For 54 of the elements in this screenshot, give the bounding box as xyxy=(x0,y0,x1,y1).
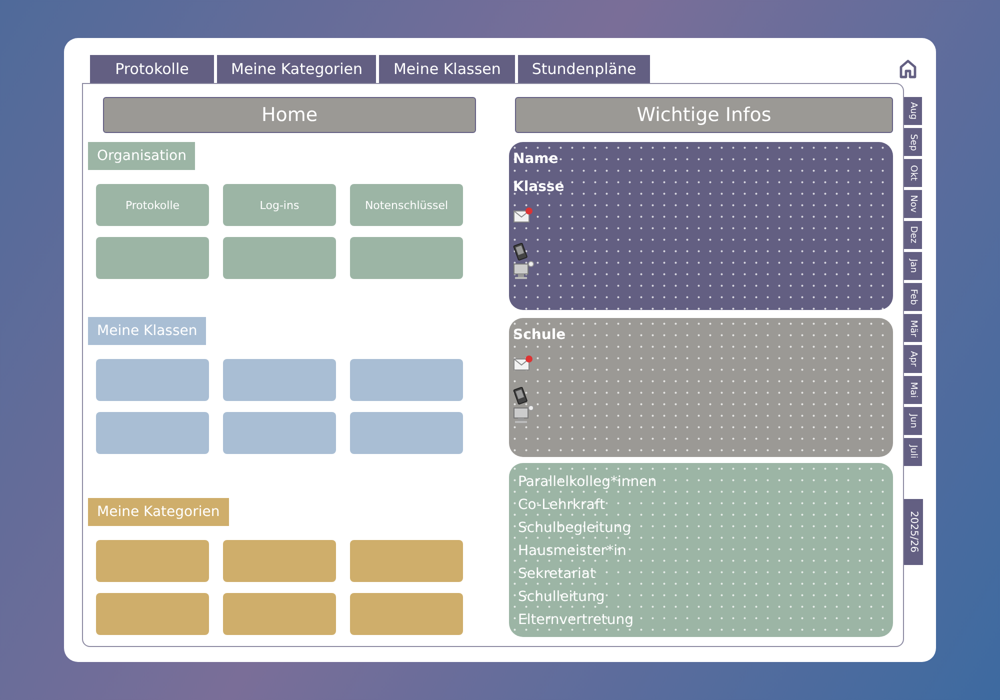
year-tab[interactable]: 2025/26 xyxy=(904,499,923,565)
month-tab[interactable]: Nov xyxy=(904,190,922,218)
contact-role: Schulbegleitung xyxy=(518,519,632,538)
computer-icon xyxy=(513,261,535,279)
field-label: Schule xyxy=(513,327,566,343)
blank-tile[interactable] xyxy=(350,237,463,279)
month-tab[interactable]: Sep xyxy=(904,128,922,156)
section-label: Meine Kategorien xyxy=(88,498,229,526)
blank-tile[interactable] xyxy=(223,237,336,279)
computer-icon xyxy=(513,405,535,423)
month-tab[interactable]: Juli xyxy=(904,438,922,466)
blank-tile[interactable] xyxy=(350,593,463,635)
home-header: Home xyxy=(103,97,476,133)
contact-role: Hausmeister*in xyxy=(518,542,626,561)
blank-tile[interactable] xyxy=(96,237,209,279)
blank-tile[interactable] xyxy=(223,412,336,454)
nav-tab[interactable]: Meine Klassen xyxy=(379,55,515,83)
month-tab[interactable]: Apr xyxy=(904,345,922,373)
envelope-icon xyxy=(513,355,533,371)
month-tab[interactable]: Aug xyxy=(904,97,922,125)
blank-tile[interactable] xyxy=(96,540,209,582)
contact-role: Co-Lehrkraft xyxy=(518,496,606,515)
month-tab[interactable]: Okt xyxy=(904,159,922,187)
blank-tile[interactable] xyxy=(350,359,463,401)
month-tab[interactable]: Mai xyxy=(904,376,922,404)
nav-tab[interactable]: Stundenpläne xyxy=(518,55,650,83)
blank-tile[interactable] xyxy=(96,359,209,401)
nav-tab[interactable]: Meine Kategorien xyxy=(217,55,376,83)
phone-icon xyxy=(513,243,529,261)
blank-tile[interactable] xyxy=(223,359,336,401)
nav-tab[interactable]: Protokolle xyxy=(90,55,214,83)
month-tab[interactable]: Dez xyxy=(904,221,922,249)
blank-tile[interactable] xyxy=(350,540,463,582)
blank-tile[interactable] xyxy=(223,540,336,582)
infos-header: Wichtige Infos xyxy=(515,97,893,133)
field-label: Name xyxy=(513,151,558,167)
home-icon[interactable] xyxy=(898,59,918,79)
blank-tile[interactable] xyxy=(96,593,209,635)
section-label: Meine Klassen xyxy=(88,317,206,345)
contact-role: Sekretariat xyxy=(518,565,596,584)
month-tab[interactable]: Feb xyxy=(904,283,922,311)
blank-tile[interactable] xyxy=(96,412,209,454)
contact-role: Parallelkolleg*innen xyxy=(518,473,657,492)
month-tab[interactable]: Jan xyxy=(904,252,922,280)
contact-role: Elternvertretung xyxy=(518,611,634,630)
month-tab[interactable]: Jun xyxy=(904,407,922,435)
month-tab[interactable]: Mär xyxy=(904,314,922,342)
contact-role: Schulleitung xyxy=(518,588,605,607)
field-label: Klasse xyxy=(513,179,564,195)
blank-tile[interactable] xyxy=(223,593,336,635)
phone-icon xyxy=(513,387,529,405)
blank-tile[interactable] xyxy=(350,412,463,454)
section-label: Organisation xyxy=(88,142,196,170)
envelope-icon xyxy=(513,207,533,223)
